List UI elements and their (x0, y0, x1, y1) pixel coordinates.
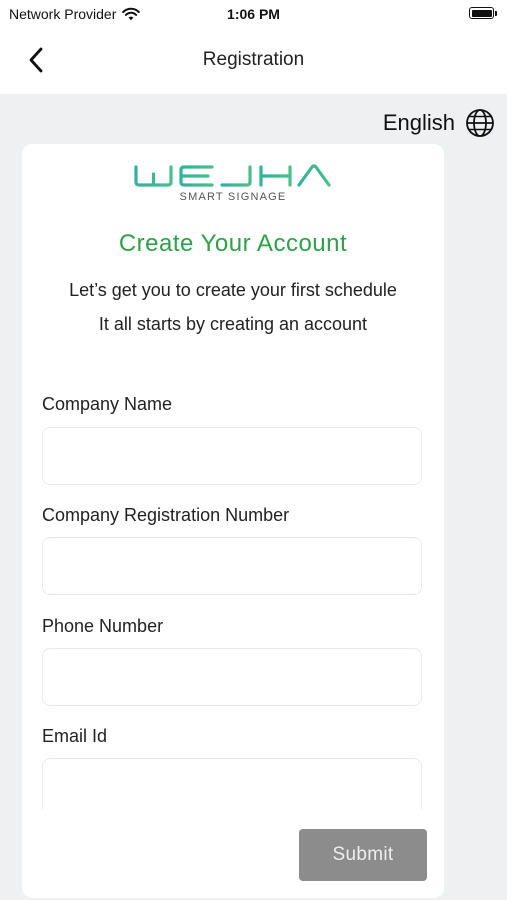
company-registration-number-label: Company Registration Number (42, 505, 290, 525)
company-name-input[interactable] (42, 427, 422, 485)
wejha-logo (134, 164, 331, 187)
nav-bar: Registration (0, 28, 507, 94)
status-time: 1:06 PM (227, 6, 280, 22)
card-subtitle-2: It all starts by creating an account (98, 314, 368, 334)
language-selector[interactable]: English (383, 108, 495, 138)
scroll-clip (22, 809, 444, 823)
card-subtitle-1: Let’s get you to create your first sched… (69, 280, 397, 300)
logo-tagline: SMART SIGNAGE (179, 191, 287, 203)
company-registration-number-input[interactable] (42, 537, 422, 595)
page-title: Registration (202, 49, 305, 70)
language-label: English (382, 110, 455, 135)
phone-number-label: Phone Number (42, 616, 164, 636)
email-id-input[interactable] (42, 758, 422, 816)
email-id-label: Email Id (42, 726, 108, 746)
battery-icon (469, 7, 497, 19)
globe-icon (466, 109, 494, 137)
phone-number-input[interactable] (42, 648, 422, 706)
status-bar: Network Provider 1:06 PM (0, 0, 507, 28)
card-title: Create Your Account (118, 230, 348, 257)
logo: SMART SIGNAGE (22, 164, 444, 203)
company-name-label: Company Name (42, 394, 173, 414)
submit-button[interactable]: Submit (299, 829, 427, 881)
registration-card: SMART SIGNAGE Create Your Account Let’s … (22, 144, 444, 898)
